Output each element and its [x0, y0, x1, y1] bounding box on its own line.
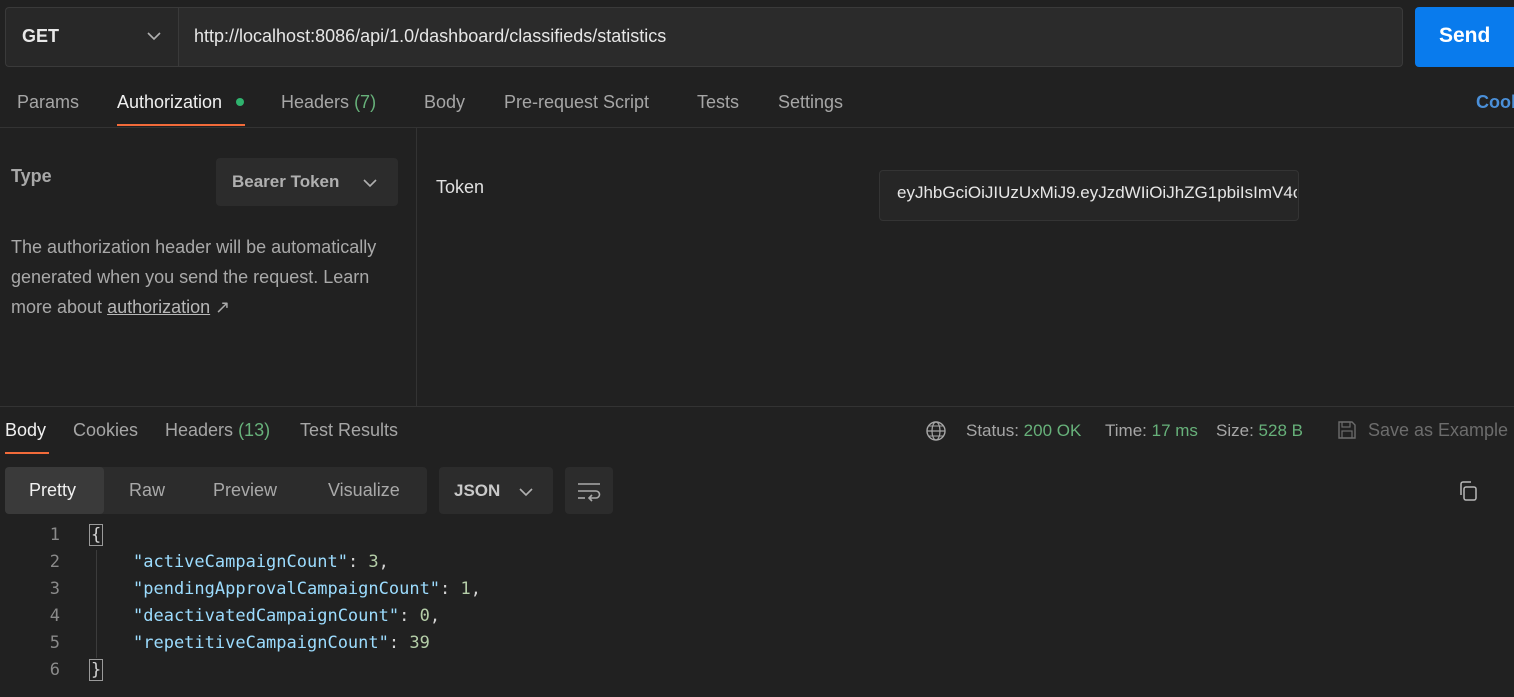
- auth-active-dot: [236, 98, 244, 106]
- size-value[interactable]: 528 B: [1259, 421, 1303, 440]
- status-value[interactable]: 200 OK: [1024, 421, 1082, 440]
- time-value[interactable]: 17 ms: [1152, 421, 1198, 440]
- json-key[interactable]: "deactivatedCampaignCount": [133, 606, 399, 626]
- code-line[interactable]: "pendingApprovalCampaignCount": 1,: [133, 579, 481, 599]
- tab-headers[interactable]: Headers (7): [281, 92, 376, 113]
- indent-guide: [96, 550, 97, 658]
- format-value[interactable]: JSON: [454, 481, 500, 501]
- auth-description: The authorization header will be automat…: [11, 232, 401, 322]
- tab-tests[interactable]: Tests: [697, 92, 739, 113]
- status-readout: Status: 200 OK: [966, 421, 1081, 441]
- code-line[interactable]: {: [89, 524, 104, 546]
- view-pretty[interactable]: Pretty: [29, 480, 76, 501]
- response-tab-body[interactable]: Body: [5, 420, 46, 441]
- json-separator: ,: [470, 579, 482, 599]
- chevron-down-icon[interactable]: [146, 28, 162, 44]
- auth-type-label: Type: [11, 166, 52, 186]
- send-button-label[interactable]: Send: [1439, 24, 1490, 48]
- json-separator: ,: [429, 606, 441, 626]
- json-value[interactable]: 3: [368, 552, 378, 572]
- chevron-down-icon[interactable]: [362, 175, 378, 191]
- globe-icon[interactable]: [925, 420, 947, 442]
- wrap-lines-icon[interactable]: [576, 479, 602, 503]
- close-brace[interactable]: }: [89, 659, 104, 681]
- active-tab-indicator: [117, 124, 245, 126]
- json-colon: :: [347, 552, 369, 572]
- save-as-example-button[interactable]: Save as Example: [1368, 420, 1508, 441]
- line-number: 1: [49, 525, 60, 545]
- open-brace[interactable]: {: [89, 524, 104, 546]
- code-line[interactable]: "repetitiveCampaignCount": 39: [133, 633, 430, 653]
- json-separator: ,: [378, 552, 389, 572]
- view-raw[interactable]: Raw: [129, 480, 165, 501]
- external-link-icon[interactable]: ↗: [215, 297, 230, 317]
- divider: [0, 127, 1514, 128]
- active-tab-indicator: [5, 452, 49, 454]
- method-label[interactable]: GET: [22, 26, 59, 47]
- cookies-link[interactable]: Cool: [1476, 92, 1514, 113]
- tab-headers-count: (7): [354, 92, 377, 112]
- response-tab-headers[interactable]: Headers (13): [165, 420, 270, 441]
- tab-headers-label[interactable]: Headers: [281, 92, 349, 112]
- copy-icon[interactable]: [1457, 480, 1479, 502]
- json-value[interactable]: 39: [409, 633, 429, 653]
- chevron-down-icon[interactable]: [518, 484, 534, 500]
- json-key[interactable]: "activeCampaignCount": [133, 552, 348, 572]
- tab-settings[interactable]: Settings: [778, 92, 843, 113]
- response-tab-cookies[interactable]: Cookies: [73, 420, 138, 441]
- divider: [0, 406, 1514, 407]
- token-label: Token: [436, 177, 485, 197]
- response-tab-headers-label[interactable]: Headers: [165, 420, 233, 440]
- authorization-link[interactable]: authorization: [107, 297, 210, 317]
- code-line[interactable]: }: [89, 659, 104, 681]
- code-line[interactable]: "activeCampaignCount": 3,: [133, 552, 389, 572]
- view-visualize[interactable]: Visualize: [328, 480, 400, 501]
- view-preview[interactable]: Preview: [213, 480, 277, 501]
- line-number: 2: [49, 552, 60, 572]
- json-key[interactable]: "pendingApprovalCampaignCount": [133, 579, 440, 599]
- url-text[interactable]: http://localhost:8086/api/1.0/dashboard/…: [194, 26, 666, 47]
- auth-type-value[interactable]: Bearer Token: [232, 172, 339, 192]
- json-colon: :: [388, 633, 410, 653]
- json-value[interactable]: 0: [420, 606, 430, 626]
- line-number: 3: [49, 579, 60, 599]
- panel-divider: [416, 128, 417, 406]
- json-value[interactable]: 1: [461, 579, 471, 599]
- json-key[interactable]: "repetitiveCampaignCount": [133, 633, 389, 653]
- size-readout: Size: 528 B: [1216, 421, 1303, 441]
- line-number: 5: [49, 633, 60, 653]
- json-colon: :: [440, 579, 461, 599]
- tab-params[interactable]: Params: [17, 92, 79, 113]
- size-label: Size:: [1216, 421, 1254, 440]
- line-number: 4: [49, 606, 60, 626]
- status-label: Status:: [966, 421, 1019, 440]
- token-value[interactable]: eyJhbGciOiJIUzUxMiJ9.eyJzdWIiOiJhZG1pbiI…: [897, 183, 1297, 203]
- tab-body[interactable]: Body: [424, 92, 465, 113]
- time-label: Time:: [1105, 421, 1147, 440]
- tab-authorization[interactable]: Authorization: [117, 92, 222, 113]
- code-line[interactable]: "deactivatedCampaignCount": 0,: [133, 606, 440, 626]
- token-value-text[interactable]: eyJhbGciOiJIUzUxMiJ9.eyJzdWIiOiJhZG1pbiI…: [897, 183, 1297, 202]
- json-colon: :: [399, 606, 420, 626]
- response-tab-headers-count: (13): [238, 420, 271, 440]
- save-icon[interactable]: [1336, 419, 1358, 441]
- response-tab-test-results[interactable]: Test Results: [300, 420, 398, 441]
- tab-pre-request-script[interactable]: Pre-request Script: [504, 92, 649, 113]
- time-readout: Time: 17 ms: [1105, 421, 1198, 441]
- line-number: 6: [49, 660, 60, 680]
